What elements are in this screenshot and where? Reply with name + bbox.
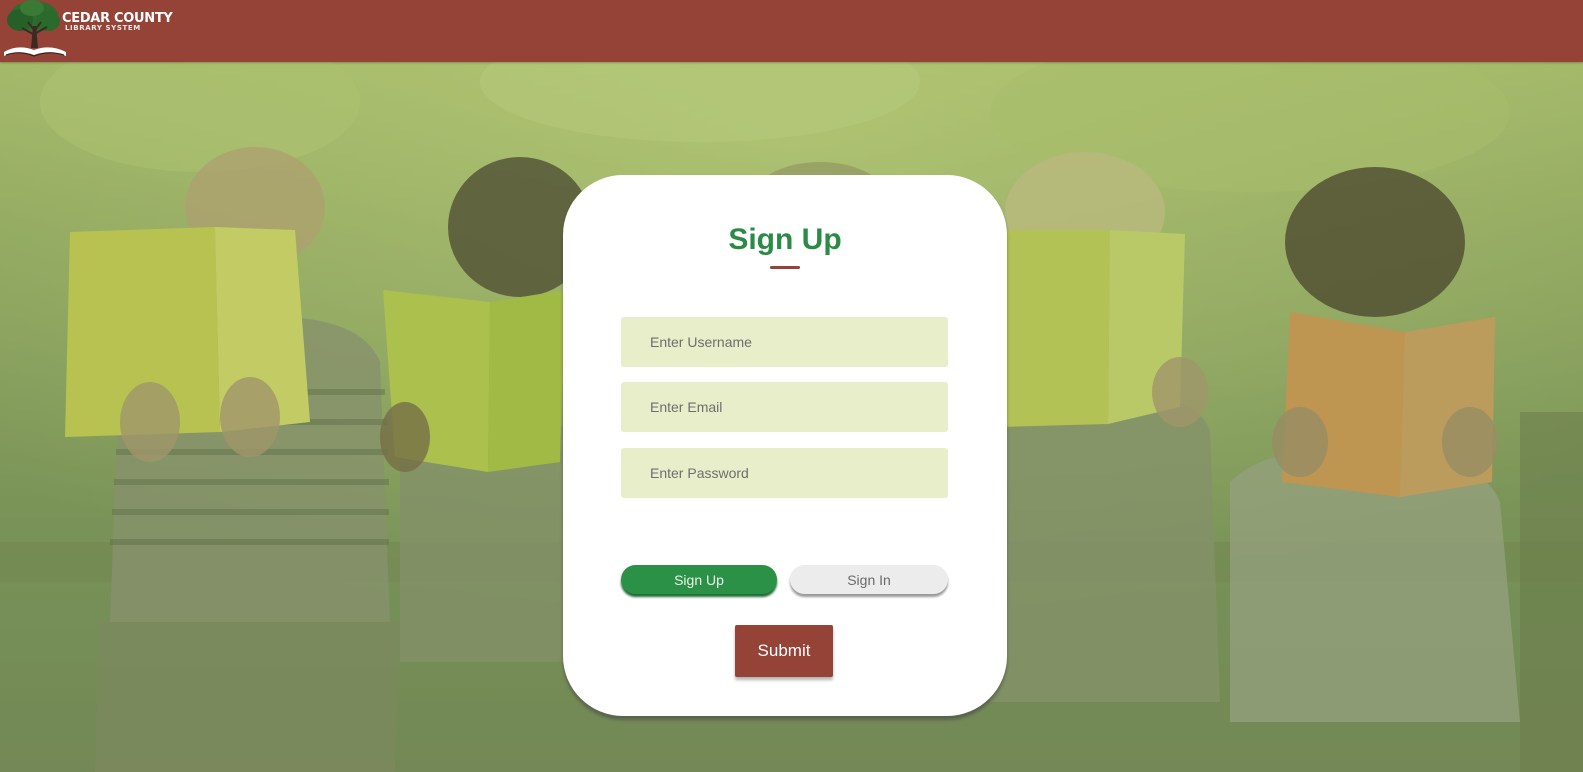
password-input[interactable] xyxy=(621,448,948,498)
signup-card: Sign Up Sign Up Sign In Submit xyxy=(563,175,1007,716)
submit-button[interactable]: Submit xyxy=(735,625,833,677)
username-input[interactable] xyxy=(621,317,948,367)
signup-toggle-button[interactable]: Sign Up xyxy=(621,565,777,594)
email-field xyxy=(621,382,948,432)
site-header: CEDAR COUNTY LIBRARY SYSTEM xyxy=(0,0,1583,62)
tree-book-icon xyxy=(4,0,66,57)
signin-toggle-button[interactable]: Sign In xyxy=(790,565,948,594)
title-underline xyxy=(770,266,800,269)
email-input[interactable] xyxy=(621,382,948,432)
logo-subtitle: LIBRARY SYSTEM xyxy=(65,24,141,32)
password-field xyxy=(621,448,948,498)
library-logo[interactable]: CEDAR COUNTY LIBRARY SYSTEM xyxy=(0,0,175,60)
form-title: Sign Up xyxy=(728,223,842,256)
username-field xyxy=(621,317,948,367)
